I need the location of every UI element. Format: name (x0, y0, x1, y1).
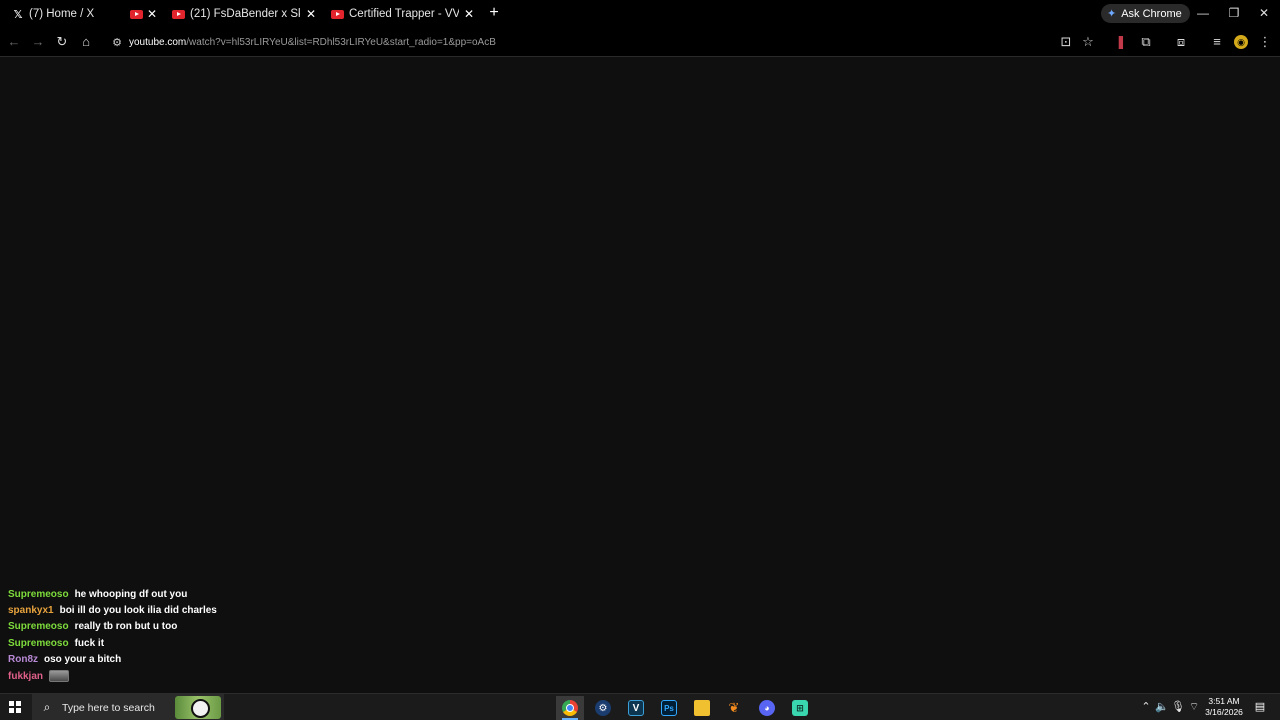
tab-title: (21) FsDaBender x Skrilla - Stoo (190, 8, 300, 20)
windows-start-icon[interactable] (9, 701, 21, 713)
install-app-icon[interactable]: ⊡ (1057, 33, 1075, 51)
taskbar-vegas[interactable]: V (622, 696, 650, 720)
minimize-icon[interactable]: — (1191, 4, 1215, 22)
taskbar-clock[interactable]: 3:51 AM 3/16/2026 (1200, 696, 1248, 718)
taskbar-app[interactable]: ⊞ (786, 696, 814, 720)
chat-message: spankyx1 boi ill do you look ilia did ch… (8, 602, 408, 618)
extensions-puzzle-icon[interactable]: ⧉ (1137, 33, 1155, 51)
youtube-icon (172, 9, 185, 19)
taskbar-chrome[interactable] (556, 696, 584, 720)
sparkle-icon: ✦ (1107, 8, 1117, 20)
chat-username: Ron8z (8, 654, 38, 666)
chat-username: spankyx1 (8, 605, 54, 617)
close-tab-icon[interactable]: ✕ (462, 7, 476, 21)
search-highlight-image[interactable] (175, 696, 221, 719)
url-text: youtube.com/watch?v=hl53rLIRYeU&list=RDh… (129, 37, 496, 48)
tab-title: Certified Trapper - VVS (YOU C (349, 8, 459, 20)
notification-icon[interactable]: ▤ (1252, 700, 1268, 714)
chat-text: boi ill do you look ilia did charles (59, 605, 217, 617)
address-bar[interactable]: ⚙ youtube.com/watch?v=hl53rLIRYeU&list=R… (105, 31, 1105, 53)
tab-title: (7) Home / X (29, 8, 95, 20)
photoshop-icon: Ps (661, 700, 677, 716)
url-host: youtube.com (129, 36, 187, 48)
screen: 𝕏 (7) Home / X ✕ (21) FsDaBender x Skril… (0, 0, 1280, 720)
search-placeholder: Type here to search (62, 701, 155, 714)
chat-overlay: Supremeoso he whooping df out you spanky… (8, 586, 408, 684)
tab-fsdabender[interactable]: (21) FsDaBender x Skrilla - Stoo (172, 0, 302, 28)
extension-icon[interactable]: ❚ (1112, 33, 1130, 51)
back-icon[interactable]: ← (5, 33, 23, 51)
clock-time: 3:51 AM (1208, 696, 1240, 706)
tab-search-icon[interactable]: ⧈ (1172, 33, 1190, 51)
windows-taskbar: ⌕ Type here to search ⚙ V Ps ❦ ◕ ⊞ ⌃ 🔈 🎙… (0, 693, 1280, 720)
taskbar-steam[interactable]: ⚙ (589, 696, 617, 720)
vegas-icon: V (628, 700, 644, 716)
menu-kebab-icon[interactable]: ⋮ (1256, 33, 1274, 51)
x-icon: 𝕏 (13, 8, 23, 21)
media-controls-icon[interactable]: ≡ (1208, 33, 1226, 51)
search-icon: ⌕ (43, 700, 51, 714)
close-window-icon[interactable]: ✕ (1252, 4, 1276, 22)
chat-message: fukkjan (8, 668, 408, 684)
chat-username: Supremeoso (8, 637, 69, 649)
bookmark-star-icon[interactable]: ☆ (1079, 33, 1097, 51)
chat-message: Supremeoso fuck it (8, 635, 408, 651)
tab-strip: 𝕏 (7) Home / X ✕ (21) FsDaBender x Skril… (0, 0, 1280, 28)
browser-toolbar: ← → ↻ ⌂ ⚙ youtube.com/watch?v=hl53rLIRYe… (0, 28, 1280, 57)
close-tab-icon[interactable]: ✕ (145, 7, 159, 21)
chat-username: Supremeoso (8, 621, 69, 633)
reload-icon[interactable]: ↻ (53, 33, 71, 51)
chevron-up-icon[interactable]: ⌃ (1139, 700, 1153, 714)
app-icon: ⊞ (792, 700, 808, 716)
volume-icon[interactable]: 🔈 (1155, 700, 1169, 714)
tab-certified-trapper[interactable]: Certified Trapper - VVS (YOU C (331, 0, 461, 28)
steam-icon: ⚙ (595, 700, 611, 716)
chat-username: Supremeoso (8, 588, 69, 600)
taskbar-discord[interactable]: ◕ (753, 696, 781, 720)
folder-icon (694, 700, 710, 716)
clock-date: 3/16/2026 (1205, 707, 1243, 717)
close-tab-icon[interactable]: ✕ (304, 7, 318, 21)
youtube-icon (331, 9, 344, 19)
chat-text: fuck it (74, 637, 105, 649)
chat-username: fukkjan (8, 670, 44, 682)
taskbar-fl-studio[interactable]: ❦ (720, 696, 748, 720)
discord-icon: ◕ (759, 700, 775, 716)
taskbar-file-explorer[interactable] (688, 696, 716, 720)
chat-message: Supremeoso really tb ron but u too (8, 619, 408, 635)
chrome-icon (562, 700, 578, 716)
fl-studio-icon: ❦ (728, 700, 740, 715)
microphone-icon[interactable]: 🎙 (1171, 700, 1185, 714)
chat-text: really tb ron but u too (74, 621, 178, 633)
taskbar-photoshop[interactable]: Ps (655, 696, 683, 720)
site-info-icon[interactable]: ⚙ (109, 36, 125, 49)
home-icon[interactable]: ⌂ (77, 33, 95, 51)
chat-text: oso your a bitch (44, 654, 122, 666)
youtube-icon (130, 9, 143, 19)
ask-chrome-button[interactable]: ✦ Ask Chrome (1101, 4, 1190, 23)
ask-chrome-label: Ask Chrome (1121, 7, 1182, 20)
chat-message: Supremeoso he whooping df out you (8, 586, 408, 602)
network-icon[interactable]: ⌔ (1187, 700, 1201, 714)
profile-avatar[interactable]: ◉ (1234, 35, 1248, 49)
chat-emote-image (49, 670, 70, 683)
restore-icon[interactable]: ❐ (1222, 4, 1246, 22)
taskbar-search-box[interactable]: ⌕ Type here to search (32, 694, 224, 720)
new-tab-icon[interactable]: + (486, 5, 502, 21)
chat-message: Ron8z oso your a bitch (8, 652, 408, 668)
url-path: /watch?v=hl53rLIRYeU&list=RDhl53rLIRYeU&… (186, 36, 496, 48)
chat-text: he whooping df out you (74, 588, 188, 600)
forward-icon[interactable]: → (29, 33, 47, 51)
